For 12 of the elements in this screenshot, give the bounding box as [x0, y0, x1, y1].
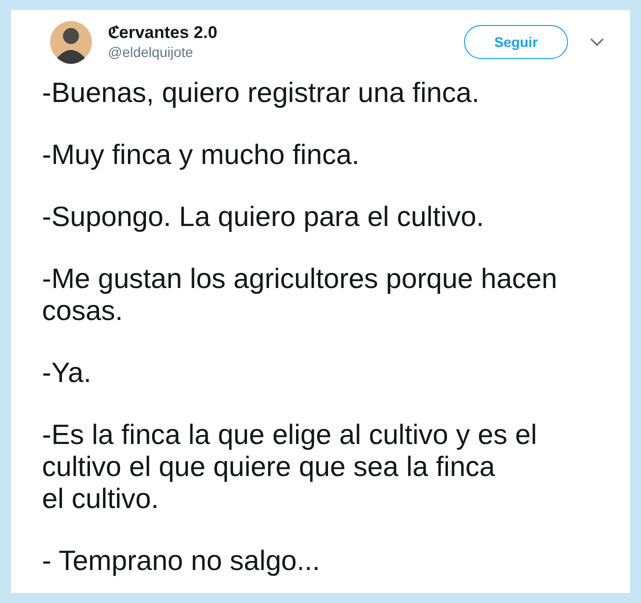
- tweet-paragraph: -Me gustan los agricultores porque hacen cosas.: [42, 263, 558, 327]
- tweet-paragraph: -Supongo. La quiero para el cultivo.: [42, 201, 486, 233]
- avatar[interactable]: [50, 18, 92, 66]
- author-handle[interactable]: @eldelquijote: [108, 43, 218, 61]
- tweet-paragraph: -Ya.: [42, 357, 92, 389]
- tweet-paragraph: - Temprano no salgo...: [42, 545, 322, 577]
- tweet-paragraph: -Buenas, quiero registrar una finca.: [42, 77, 480, 109]
- caret-icon[interactable]: [590, 38, 604, 46]
- author-name[interactable]: ℭervantes 2.0: [108, 23, 218, 43]
- tweet-paragraph: -Es la finca la que elige al cultivo y es el cultivo el que quiere que sea la finca el cultivo.: [42, 419, 538, 515]
- follow-button[interactable]: Seguir: [464, 25, 568, 59]
- tweet-paragraph: -Muy finca y mucho finca.: [42, 139, 360, 171]
